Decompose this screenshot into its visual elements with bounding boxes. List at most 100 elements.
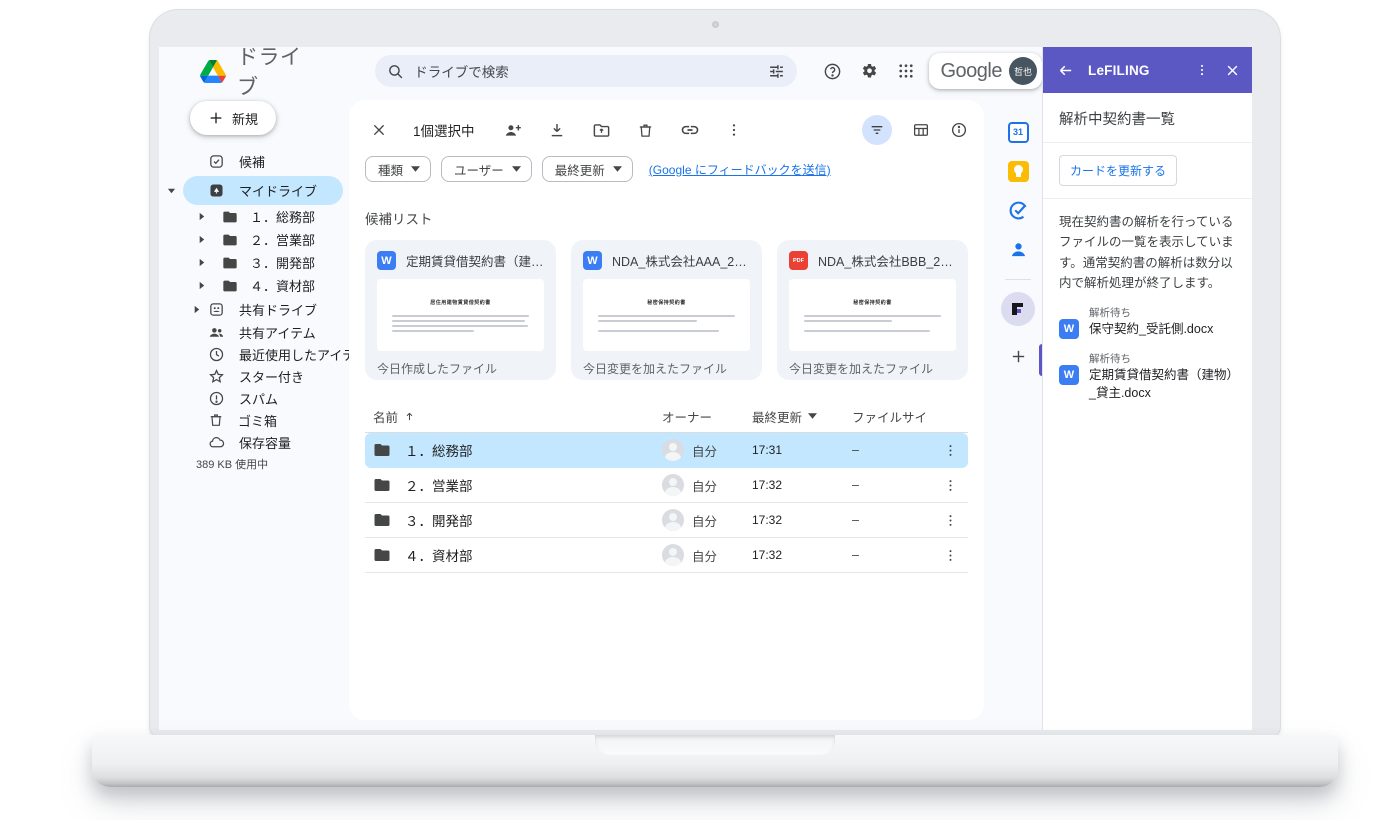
row-modified: 17:32 (752, 548, 852, 562)
row-size: – (852, 513, 932, 527)
row-menu-icon[interactable] (932, 513, 968, 528)
word-file-icon: W (1059, 319, 1079, 339)
sidebar-item-starred[interactable]: スター付き (183, 365, 349, 387)
sidebar-item-shared-drives[interactable]: 共有ドライブ (183, 297, 343, 321)
collapsed-caret-icon[interactable] (197, 212, 206, 221)
keep-app-icon[interactable] (1007, 160, 1029, 182)
collapsed-caret-icon[interactable] (197, 258, 206, 267)
column-name[interactable]: 名前 (365, 407, 662, 426)
owner-avatar (662, 474, 684, 496)
sidebar-folder-soumu[interactable]: １．総務部 (183, 205, 349, 228)
column-owner[interactable]: オーナー (662, 407, 752, 426)
share-person-add-icon[interactable] (503, 121, 522, 140)
sidebar-folder-kaihatsu[interactable]: ３．開発部 (183, 251, 349, 274)
more-actions-icon[interactable] (726, 122, 742, 138)
sort-direction-icon (808, 413, 817, 419)
file-table: 名前 オーナー 最終更新 ファイルサイ (365, 400, 968, 573)
search-options-icon[interactable] (768, 63, 785, 80)
drive-brand[interactable]: ドライブ (200, 47, 315, 101)
cloud-icon (208, 434, 225, 451)
search-input[interactable]: ドライブで検索 (375, 55, 796, 87)
my-drive-icon (208, 182, 225, 199)
delete-icon[interactable] (637, 122, 654, 139)
sidebar-folder-label: ２．営業部 (250, 230, 315, 249)
sidebar-item-spam[interactable]: スパム (183, 387, 349, 409)
help-icon[interactable] (823, 62, 842, 81)
collapsed-caret-icon[interactable] (197, 235, 206, 244)
row-menu-icon[interactable] (932, 478, 968, 493)
panel-close-icon[interactable] (1225, 63, 1240, 78)
analyzing-file-item[interactable]: W 解析待ち 保守契約_受託側.docx (1059, 305, 1236, 339)
row-menu-icon[interactable] (932, 548, 968, 563)
table-row[interactable]: ３．開発部 自分 17:32 – (365, 503, 968, 538)
sidebar-item-my-drive[interactable]: マイドライブ (183, 176, 343, 205)
laptop-mockup: ドライブ ドライブで検索 (0, 0, 1400, 820)
list-layout-icon[interactable] (912, 121, 930, 139)
google-account-pill[interactable]: Google 哲也 (929, 53, 1043, 89)
suggested-file-card[interactable]: PDF NDA_株式会社BBB_230XXX.... 秘密保持契約書 今日変更を… (777, 240, 968, 380)
filter-chip-modified[interactable]: 最終更新 (542, 156, 633, 182)
expand-caret-icon[interactable] (167, 186, 176, 195)
suggested-file-card[interactable]: W NDA_株式会社AAA_230XXX .... 秘密保持契約書 今日変更を加… (571, 240, 762, 380)
clear-selection-icon[interactable] (371, 122, 387, 138)
column-size[interactable]: ファイルサイ (852, 407, 932, 426)
sidebar-item-trash[interactable]: ゴミ箱 (183, 409, 349, 431)
new-button[interactable]: 新規 (190, 101, 276, 135)
sidebar-item-label: 保存容量 (239, 433, 291, 452)
sidebar-item-shared-with-me[interactable]: 共有アイテム (183, 321, 349, 343)
folder-icon (373, 546, 391, 564)
row-name: ２．営業部 (405, 475, 473, 495)
apps-grid-icon[interactable] (897, 62, 915, 80)
row-menu-icon[interactable] (932, 443, 968, 458)
row-name: ４．資材部 (405, 545, 473, 565)
analyzing-file-item[interactable]: W 解析待ち 定期賃貸借契約書（建物）_貸主.docx (1059, 351, 1236, 402)
app-title: ドライブ (237, 47, 315, 101)
panel-title: LeFILING (1088, 63, 1150, 78)
tasks-app-icon[interactable] (1007, 199, 1029, 221)
row-size: – (852, 548, 932, 562)
lefiling-extension-icon[interactable] (1001, 292, 1035, 326)
sidebar-item-suggested[interactable]: 候補 (183, 147, 343, 176)
table-row[interactable]: １．総務部 自分 17:31 – (365, 433, 968, 468)
add-panel-app-icon[interactable] (1010, 348, 1027, 370)
card-header: PDF NDA_株式会社BBB_230XXX.... (789, 251, 956, 270)
owner-name: 自分 (692, 476, 717, 495)
selection-toolbar: 1個選択中 (365, 112, 968, 148)
word-file-icon: W (583, 251, 602, 270)
collapsed-caret-icon[interactable] (192, 305, 201, 314)
plus-icon (208, 110, 224, 126)
download-icon[interactable] (548, 121, 566, 139)
collapsed-caret-icon[interactable] (197, 281, 206, 290)
settings-gear-icon[interactable] (860, 62, 879, 81)
rail-divider (1005, 279, 1031, 280)
chevron-down-icon (512, 166, 521, 172)
sidebar-folder-label: ４．資材部 (250, 276, 315, 295)
suggested-file-card[interactable]: W 定期賃貸借契約書（建物）_貸... 居住用建物賃貸借契約書 今日作成したファ… (365, 240, 556, 380)
refresh-cards-button[interactable]: カードを更新する (1059, 155, 1177, 186)
panel-more-icon[interactable] (1195, 63, 1209, 77)
contacts-app-icon[interactable] (1007, 238, 1029, 260)
sidebar-folder-shizai[interactable]: ４．資材部 (183, 274, 349, 297)
table-row[interactable]: ４．資材部 自分 17:32 – (365, 538, 968, 573)
owner-name: 自分 (692, 546, 717, 565)
preview-text-lines (804, 315, 941, 335)
row-modified: 17:32 (752, 513, 852, 527)
back-arrow-icon[interactable] (1057, 62, 1074, 79)
row-name: １．総務部 (405, 440, 473, 460)
info-icon[interactable] (950, 121, 968, 139)
sidebar-item-storage[interactable]: 保存容量 (183, 431, 349, 453)
move-to-folder-icon[interactable] (592, 121, 611, 140)
filter-chip-type[interactable]: 種類 (365, 156, 431, 182)
filter-chip-user[interactable]: ユーザー (441, 156, 532, 182)
filter-button-active[interactable] (862, 115, 892, 145)
table-row[interactable]: ２．営業部 自分 17:32 – (365, 468, 968, 503)
filter-chips-row: 種類 ユーザー 最終更新 (Google にフィードバックを送信) (365, 156, 968, 182)
calendar-app-icon[interactable]: 31 (1007, 121, 1029, 143)
sidebar-folder-eigyo[interactable]: ２．営業部 (183, 228, 349, 251)
account-avatar[interactable]: 哲也 (1009, 57, 1037, 85)
send-feedback-link[interactable]: (Google にフィードバックを送信) (649, 161, 831, 178)
sidebar-item-recent[interactable]: 最近使用したアイテム (183, 343, 349, 365)
panel-button-block: カードを更新する (1043, 143, 1252, 199)
column-modified[interactable]: 最終更新 (752, 407, 852, 426)
get-link-icon[interactable] (680, 120, 700, 140)
